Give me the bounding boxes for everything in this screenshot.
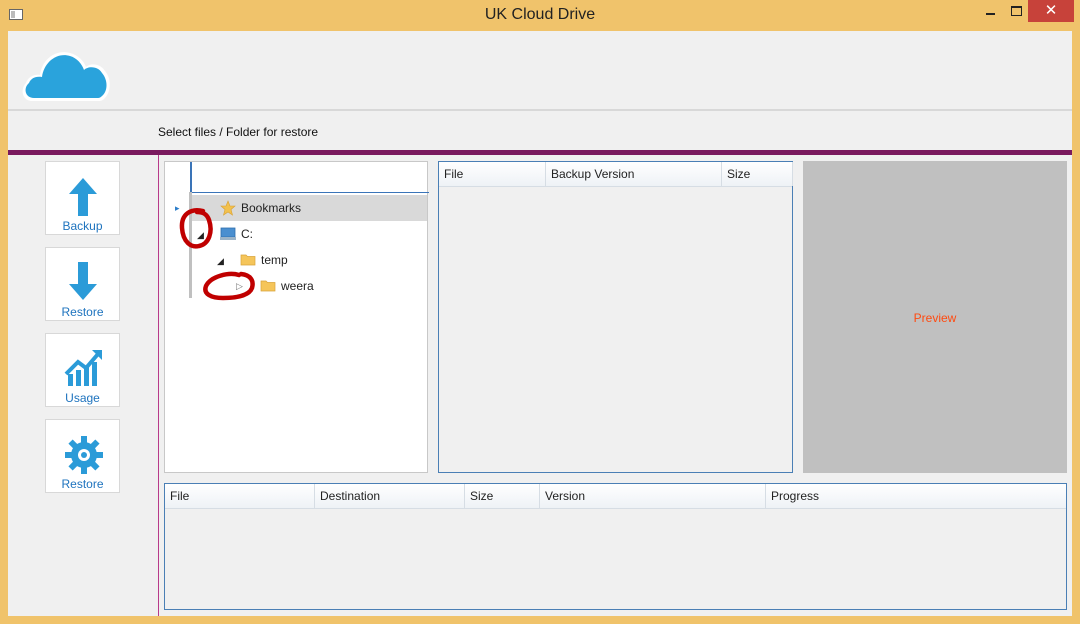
queue-grid-header: File Destination Size Version Progress	[165, 484, 1066, 509]
preview-pane: Preview	[803, 161, 1067, 473]
sidebar-item-label: Usage	[65, 391, 100, 405]
close-icon: ✕	[1044, 2, 1058, 19]
tree-node-label: Bookmarks	[241, 201, 302, 215]
tree-header	[190, 162, 429, 193]
files-grid-header: File Backup Version Size	[439, 162, 793, 187]
annotation-circle-icon	[179, 208, 213, 249]
column-header-progress[interactable]: Progress	[766, 484, 1066, 508]
column-header-destination[interactable]: Destination	[315, 484, 465, 508]
column-header-size[interactable]: Size	[722, 162, 793, 186]
tree-node-label: temp	[261, 253, 288, 267]
star-icon	[220, 200, 236, 216]
sidebar-item-restore[interactable]: Restore	[45, 247, 120, 321]
page-instruction: Select files / Folder for restore	[158, 125, 319, 139]
app-window: UK Cloud Drive ✕ Select files / Folder f…	[0, 0, 1080, 624]
window-title: UK Cloud Drive	[484, 6, 596, 23]
gear-icon	[65, 436, 103, 474]
column-header-file[interactable]: File	[439, 162, 546, 186]
sub-header: Select files / Folder for restore	[8, 111, 1072, 150]
accent-divider	[8, 150, 1072, 155]
arrow-up-icon	[69, 178, 97, 216]
header-banner	[8, 31, 1072, 111]
tree-node-label: weera	[281, 279, 314, 293]
annotation-circle-icon	[203, 271, 255, 301]
tree-node-label: C:	[241, 227, 253, 241]
preview-label: Preview	[913, 311, 957, 325]
tree-node-weera[interactable]: ▷ weera	[232, 273, 427, 299]
sidebar: Backup Restore Usage Restore	[8, 155, 159, 616]
cloud-logo-icon	[22, 52, 110, 101]
tree-node-bookmarks[interactable]: ▸ Bookmarks	[175, 195, 427, 221]
files-grid[interactable]: File Backup Version Size	[438, 161, 793, 473]
folder-tree[interactable]: ▸ Bookmarks ◢ C: ◢ temp ▷ weera	[164, 161, 429, 473]
arrow-down-icon	[69, 262, 97, 300]
folder-icon	[240, 254, 256, 266]
sidebar-item-usage[interactable]: Usage	[45, 333, 120, 407]
title-bar[interactable]: UK Cloud Drive ✕	[0, 0, 1080, 31]
column-header-file[interactable]: File	[165, 484, 315, 508]
maximize-icon	[1011, 6, 1022, 16]
tree-node-drive-c[interactable]: ◢ C:	[192, 221, 427, 247]
sidebar-item-label: Backup	[62, 219, 103, 233]
transfer-queue-grid[interactable]: File Destination Size Version Progress	[164, 483, 1067, 610]
column-header-backup-version[interactable]: Backup Version	[546, 162, 722, 186]
close-button[interactable]: ✕	[1028, 0, 1074, 22]
drive-icon	[220, 227, 236, 240]
sidebar-item-restore-settings[interactable]: Restore	[45, 419, 120, 493]
client-area: Select files / Folder for restore Backup…	[8, 31, 1072, 616]
column-header-size[interactable]: Size	[465, 484, 540, 508]
column-header-version[interactable]: Version	[540, 484, 766, 508]
sidebar-item-label: Restore	[61, 305, 104, 319]
sidebar-item-backup[interactable]: Backup	[45, 161, 120, 235]
minimize-icon	[986, 13, 995, 15]
minimize-button[interactable]	[976, 0, 1004, 22]
sidebar-item-label: Restore	[61, 477, 104, 491]
chart-up-icon	[64, 350, 102, 386]
folder-icon	[260, 280, 276, 292]
maximize-button[interactable]	[1004, 0, 1028, 22]
